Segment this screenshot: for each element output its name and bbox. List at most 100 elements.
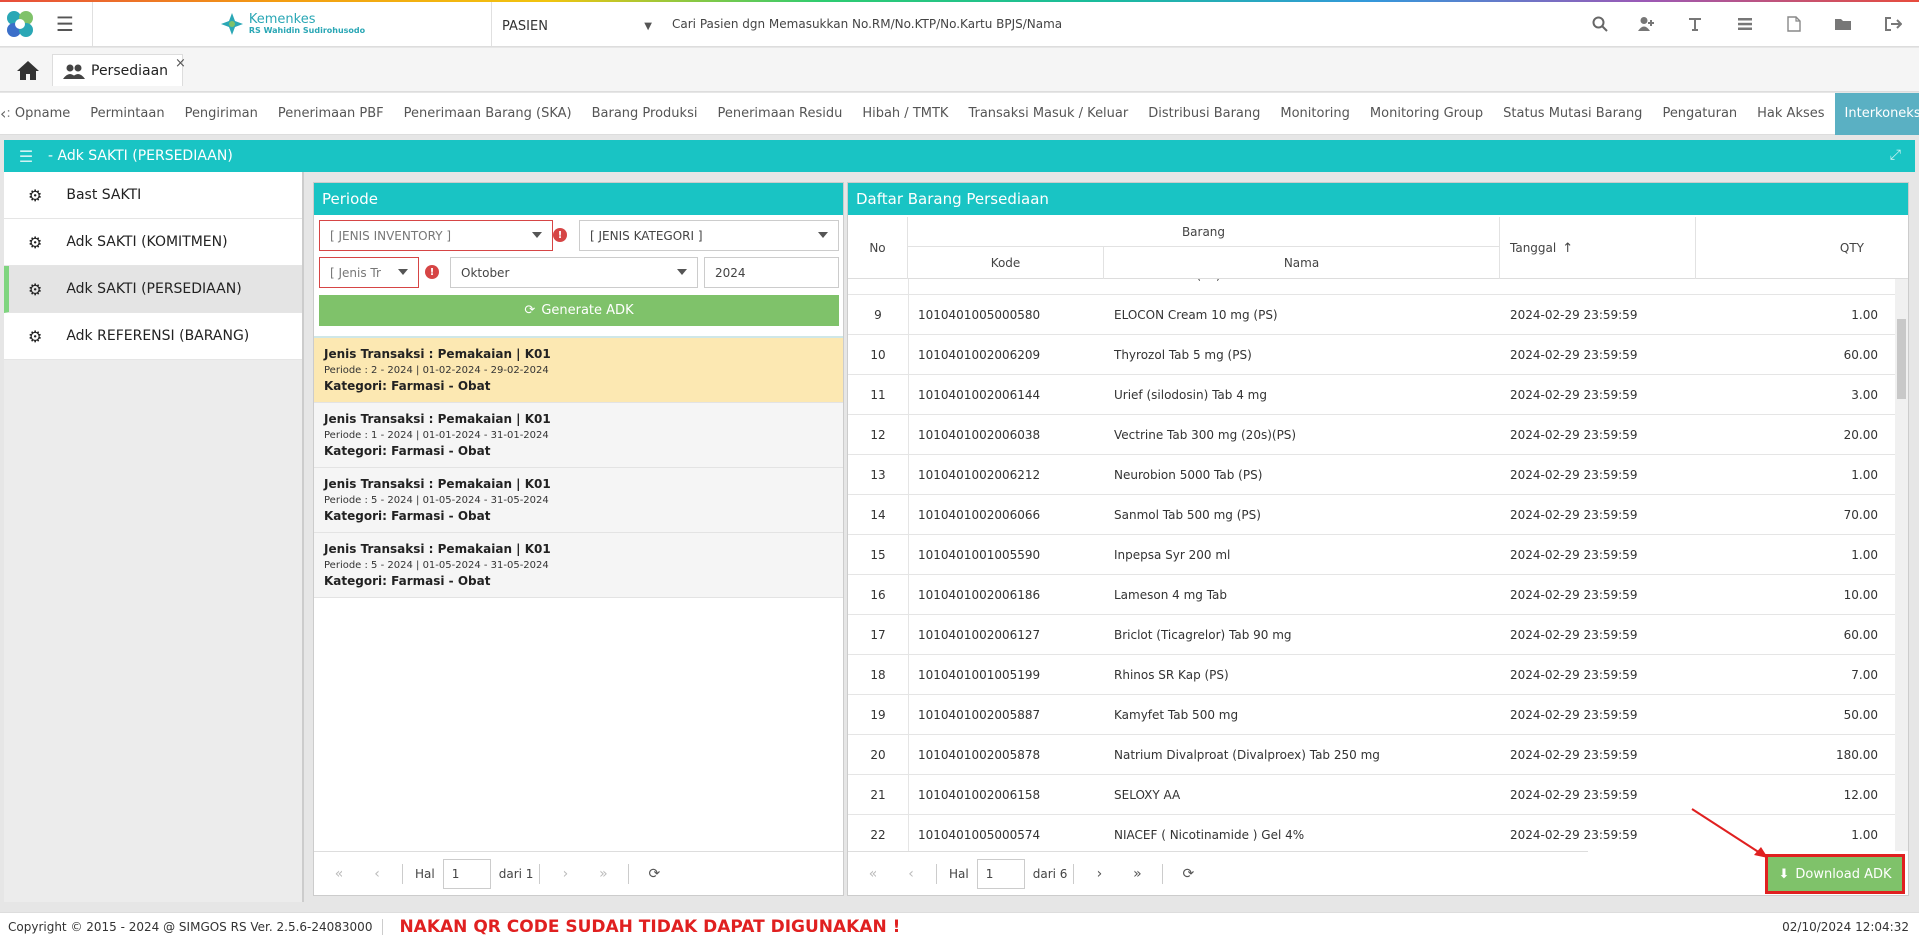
patient-type-select[interactable]: PASIEN ▼ <box>502 14 652 38</box>
tab-persediaan[interactable]: Persediaan <box>52 54 184 86</box>
table-row[interactable]: 8 1010401002006210 Tramolex Tab (PS) 2024-0… <box>848 279 1895 295</box>
menu-item-pengaturan[interactable]: Pengaturan <box>1652 93 1747 135</box>
add-user-icon[interactable] <box>1634 12 1658 36</box>
marquee-notice: NAKAN QR CODE SUDAH TIDAK DAPAT DIGUNAKA… <box>399 917 901 937</box>
refresh-icon[interactable]: ⟳ <box>635 866 673 882</box>
menu-item-pengiriman[interactable]: Pengiriman <box>175 93 268 135</box>
cell-kode: 1010401005000574 <box>918 828 1041 842</box>
list-item[interactable]: Jenis Transaksi : Pemakaian | K01 Period… <box>314 338 843 403</box>
prev-page-icon[interactable]: ‹ <box>358 866 396 882</box>
patient-search-input[interactable]: Cari Pasien dgn Memasukkan No.RM/No.KTP/… <box>672 17 1062 31</box>
search-icon[interactable] <box>1588 12 1612 36</box>
jenis-inventory-select[interactable]: [ JENIS INVENTORY ] <box>319 220 553 251</box>
table-row[interactable]: 14 1010401002006066 Sanmol Tab 500 mg (PS)… <box>848 495 1895 535</box>
table-row[interactable]: 15 1010401001005590 Inpepsa Syr 200 ml 2024… <box>848 535 1895 575</box>
list-item[interactable]: Jenis Transaksi : Pemakaian | K01 Period… <box>314 533 843 598</box>
cell-nama: NIACEF ( Nicotinamide ) Gel 4% <box>1114 828 1305 842</box>
download-adk-button[interactable]: ⬇ Download ADK <box>1765 854 1905 894</box>
cell-no: 9 <box>874 308 882 322</box>
menu-item-status-mutasi-barang[interactable]: Status Mutasi Barang <box>1493 93 1652 135</box>
bulan-select[interactable]: Oktober <box>450 257 698 288</box>
last-page-icon[interactable]: » <box>1118 866 1156 882</box>
pdf-file-icon[interactable] <box>1782 12 1806 36</box>
menu-item-monitoring-group[interactable]: Monitoring Group <box>1360 93 1493 135</box>
sidebar-item-label: Adk SAKTI (KOMITMEN) <box>66 234 228 250</box>
generate-adk-button[interactable]: ⟳ Generate ADK <box>319 295 839 326</box>
table-row[interactable]: 16 1010401002006186 Lameson 4 mg Tab 2024-0… <box>848 575 1895 615</box>
cell-no: 17 <box>870 628 886 642</box>
menu-item-penerimaan-residu[interactable]: Penerimaan Residu <box>707 93 852 135</box>
next-page-icon[interactable]: › <box>546 866 584 882</box>
jenis-transaksi-select[interactable]: [ Jenis Tr <box>319 257 419 288</box>
cell-nama: SELOXY AA <box>1114 788 1181 802</box>
sidebar-item-bast-sakti[interactable]: ⚙ Bast SAKTI <box>4 172 302 219</box>
table-scrollbar[interactable] <box>1895 279 1908 851</box>
home-icon[interactable] <box>12 56 44 84</box>
footer: Copyright © 2015 - 2024 @ SIMGOS RS Ver.… <box>0 912 1919 941</box>
cell-qty: 1.00 <box>1851 468 1878 482</box>
table-row[interactable]: 12 1010401002006038 Vectrine Tab 300 mg (2… <box>848 415 1895 455</box>
logout-icon[interactable] <box>1881 12 1905 36</box>
column-no: No <box>848 217 908 279</box>
menu-item-penerimaan-pbf[interactable]: Penerimaan PBF <box>268 93 394 135</box>
cell-nama: Inpepsa Syr 200 ml <box>1114 548 1231 562</box>
sidebar-item-adk-referensi[interactable]: ⚙ Adk REFERENSI (BARANG) <box>4 313 302 360</box>
section-menu-icon[interactable]: ☰ <box>4 147 48 166</box>
menu-item-opname[interactable]: : Opname <box>6 93 80 135</box>
list-icon[interactable] <box>1733 12 1757 36</box>
table-row[interactable]: 17 1010401002006127 Briclot (Ticagrelor) T… <box>848 615 1895 655</box>
prev-page-icon[interactable]: ‹ <box>892 866 930 882</box>
divider <box>1073 863 1075 884</box>
menu-item-distribusi-barang[interactable]: Distribusi Barang <box>1138 93 1270 135</box>
module-menu-bar: ‹ : Opname Permintaan Pengiriman Penerim… <box>0 92 1919 135</box>
jenis-kategori-select[interactable]: [ JENIS KATEGORI ] <box>579 220 839 251</box>
sidebar-item-adk-persediaan[interactable]: ⚙ Adk SAKTI (PERSEDIAAN) <box>4 266 302 313</box>
table-row[interactable]: 18 1010401001005199 Rhinos SR Kap (PS) 2024… <box>848 655 1895 695</box>
list-item[interactable]: Jenis Transaksi : Pemakaian | K01 Period… <box>314 403 843 468</box>
menu-item-transaksi-masuk-keluar[interactable]: Transaksi Masuk / Keluar <box>958 93 1138 135</box>
gear-icon: ⚙ <box>28 232 43 252</box>
table-row[interactable]: 11 1010401002006144 Urief (silodosin) Tab … <box>848 375 1895 415</box>
refresh-icon[interactable]: ⟳ <box>1169 866 1207 882</box>
next-page-icon[interactable]: › <box>1080 866 1118 882</box>
menu-item-barang-produksi[interactable]: Barang Produksi <box>582 93 708 135</box>
sidebar-item-adk-komitmen[interactable]: ⚙ Adk SAKTI (KOMITMEN) <box>4 219 302 266</box>
text-icon[interactable] <box>1683 12 1707 36</box>
table-row[interactable]: 19 1010401002005887 Kamyfet Tab 500 mg 2024… <box>848 695 1895 735</box>
column-divider <box>908 815 909 851</box>
menu-item-penerimaan-barang-ska[interactable]: Penerimaan Barang (SKA) <box>394 93 582 135</box>
first-page-icon[interactable]: « <box>320 866 358 882</box>
sidebar: ⚙ Bast SAKTI ⚙ Adk SAKTI (KOMITMEN) ⚙ Ad… <box>4 172 304 902</box>
generate-adk-label: Generate ADK <box>541 303 634 318</box>
column-tanggal[interactable]: Tanggal ↑ <box>1500 217 1696 279</box>
first-page-icon[interactable]: « <box>854 866 892 882</box>
menu-item-hak-akses[interactable]: Hak Akses <box>1747 93 1834 135</box>
cell-no: 15 <box>870 548 886 562</box>
cell-qty: 7.00 <box>1851 668 1878 682</box>
scrollbar-thumb[interactable] <box>1897 319 1906 399</box>
app-logo[interactable] <box>0 2 40 46</box>
column-divider <box>908 375 909 415</box>
table-row[interactable]: 9 1010401005000580 ELOCON Cream 10 mg (PS)… <box>848 295 1895 335</box>
page-input[interactable]: 1 <box>442 858 491 889</box>
list-item[interactable]: Jenis Transaksi : Pemakaian | K01 Period… <box>314 468 843 533</box>
cell-kode: 1010401001005590 <box>918 548 1041 562</box>
close-tab-icon[interactable]: × <box>175 56 186 71</box>
last-page-icon[interactable]: » <box>584 866 622 882</box>
menu-item-monitoring[interactable]: Monitoring <box>1270 93 1360 135</box>
tahun-input[interactable]: 2024 <box>704 257 839 288</box>
folder-icon[interactable] <box>1831 12 1855 36</box>
expand-icon[interactable]: ⤢ <box>1890 147 1901 163</box>
page-label: Hal <box>415 866 435 881</box>
table-row[interactable]: 10 1010401002006209 Thyrozol Tab 5 mg (PS)… <box>848 335 1895 375</box>
menu-item-permintaan[interactable]: Permintaan <box>80 93 174 135</box>
menu-toggle-icon[interactable]: ☰ <box>48 8 82 40</box>
menu-item-hibah-tmtk[interactable]: Hibah / TMTK <box>852 93 958 135</box>
column-divider <box>908 575 909 615</box>
cell-no: 16 <box>870 588 886 602</box>
page-input[interactable]: 1 <box>976 858 1025 889</box>
table-row[interactable]: 13 1010401002006212 Neurobion 5000 Tab (PS… <box>848 455 1895 495</box>
column-divider <box>908 335 909 375</box>
table-row[interactable]: 20 1010401002005878 Natrium Divalproat (Di… <box>848 735 1895 775</box>
menu-item-interkoneksi-sakti[interactable]: Interkoneksi SAKTI <box>1834 92 1919 135</box>
